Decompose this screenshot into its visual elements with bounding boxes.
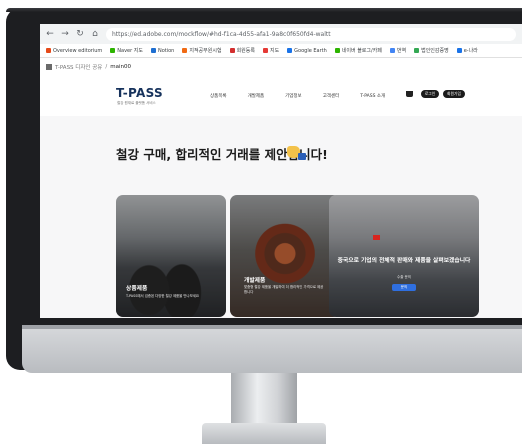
bookmark-item[interactable]: Overview editorium bbox=[46, 48, 102, 54]
card-description: T-PASS에서 검증된 다양한 철강 제품을 만나보세요 bbox=[126, 294, 199, 298]
bookmark-item[interactable]: 번역 bbox=[389, 47, 407, 54]
bookmark-favicon-icon bbox=[46, 48, 51, 53]
bookmark-item[interactable]: 회원등록 bbox=[229, 47, 255, 54]
china-flag-icon bbox=[373, 235, 380, 240]
bookmark-favicon-icon bbox=[229, 48, 235, 53]
bookmark-favicon-icon bbox=[456, 48, 462, 53]
website-content: T-PASS 철강 원재료 플랫폼 서비스 상품목록 개발제품 기업정보 고객센… bbox=[40, 74, 522, 318]
monitor-stand-base bbox=[202, 423, 326, 444]
bookmark-item[interactable]: 법인인감증명 bbox=[414, 47, 449, 54]
bezel-shine bbox=[6, 8, 522, 12]
bookmark-item[interactable]: Naver 지도 bbox=[110, 47, 143, 54]
site-logo[interactable]: T-PASS bbox=[116, 86, 163, 100]
bookmark-label: e-나라 bbox=[463, 48, 478, 54]
menu-item-development[interactable]: 개발제품 bbox=[248, 93, 265, 99]
home-icon[interactable]: ⌂ bbox=[91, 29, 99, 39]
breadcrumb-current: main00 bbox=[110, 63, 131, 70]
menu-item-about[interactable]: T-PASS 소개 bbox=[360, 93, 385, 99]
bookmark-favicon-icon bbox=[334, 48, 340, 53]
bookmark-label: 회원등록 bbox=[236, 48, 255, 54]
bookmark-item[interactable]: Notion bbox=[150, 47, 175, 54]
bookmark-label: Overview editorium bbox=[53, 47, 103, 54]
card-title: 개발제품 bbox=[244, 278, 266, 284]
back-arrow-icon[interactable]: ← bbox=[46, 29, 54, 39]
bookmark-label: Google Earth bbox=[294, 47, 327, 54]
monitor-chin bbox=[22, 325, 522, 373]
breadcrumb-parent[interactable]: T-PASS 디자인 공유 bbox=[55, 63, 102, 71]
card-title: 상품제품 bbox=[126, 286, 148, 292]
bookmark-favicon-icon bbox=[287, 48, 293, 53]
reload-icon[interactable]: ↻ bbox=[76, 29, 84, 39]
bookmark-label: Naver 지도 bbox=[117, 48, 143, 54]
bookmark-item[interactable]: Google Earth bbox=[287, 48, 327, 54]
bookmark-favicon-icon bbox=[389, 48, 395, 53]
browser-toolbar: ← → ↻ ⌂ https://ed.adobe.com/mockflow/#h… bbox=[40, 24, 522, 44]
card-subtitle: 수출 문의 bbox=[397, 275, 411, 279]
bookmark-label: 지도 bbox=[269, 48, 280, 54]
card-overlay bbox=[230, 195, 340, 317]
bookmark-item[interactable]: 지적공무원시험 bbox=[182, 47, 222, 54]
bookmark-label: Notion bbox=[157, 47, 175, 54]
thumbs-up-cuff bbox=[298, 153, 306, 160]
bookmark-item[interactable]: e-나라 bbox=[456, 47, 478, 54]
card-title: 중국으로 기업의 전체적 판매와 제품을 살펴보겠습니다 bbox=[337, 258, 471, 264]
bookmarks-bar: Overview editorium Naver 지도 Notion 지적공무원시험 회… bbox=[40, 44, 522, 58]
url-text: https://ed.adobe.com/mockflow/#hd-f1ca-4… bbox=[112, 30, 331, 38]
card-products[interactable]: 상품제품 T-PASS에서 검증된 다양한 철강 제품을 만나보세요 bbox=[116, 195, 226, 317]
menu-item-company[interactable]: 기업정보 bbox=[285, 93, 302, 99]
monitor-screen: ← → ↻ ⌂ https://ed.adobe.com/mockflow/#h… bbox=[40, 24, 522, 318]
bookmark-favicon-icon bbox=[182, 48, 188, 53]
cart-icon[interactable] bbox=[406, 91, 413, 97]
bookmark-favicon-icon bbox=[262, 48, 268, 53]
breadcrumb-separator: / bbox=[105, 63, 108, 70]
bookmark-label: 지적공무원시험 bbox=[189, 48, 222, 54]
bookmark-label: 네이버 블로그/카페 bbox=[341, 48, 382, 54]
bookmark-favicon-icon bbox=[150, 48, 156, 53]
site-header: T-PASS 철강 원재료 플랫폼 서비스 상품목록 개발제품 기업정보 고객센… bbox=[40, 74, 522, 116]
menu-item-support[interactable]: 고객센터 bbox=[323, 93, 340, 99]
address-bar[interactable]: https://ed.adobe.com/mockflow/#hd-f1ca-4… bbox=[106, 27, 516, 41]
card-development[interactable]: 개발제품 맞춤형 철강 제품을 개발하여 더 합리적인 가격으로 제공합니다 bbox=[230, 195, 340, 317]
card-inquiry-button[interactable]: 문의 bbox=[392, 284, 416, 291]
card-export[interactable]: 중국으로 기업의 전체적 판매와 제품을 살펴보겠습니다 수출 문의 문의 bbox=[329, 195, 479, 317]
bookmark-label: 번역 bbox=[396, 48, 407, 54]
bookmark-item[interactable]: 지도 bbox=[262, 47, 280, 54]
login-button[interactable]: 로그인 bbox=[421, 90, 439, 98]
forward-arrow-icon[interactable]: → bbox=[61, 29, 69, 39]
bookmark-favicon-icon bbox=[414, 48, 420, 53]
card-overlay bbox=[329, 195, 479, 317]
bookmark-item[interactable]: 네이버 블로그/카페 bbox=[334, 47, 382, 54]
menu-item-products[interactable]: 상품목록 bbox=[210, 93, 227, 99]
site-logo-subtitle: 철강 원재료 플랫폼 서비스 bbox=[117, 101, 156, 105]
site-menu: 상품목록 개발제품 기업정보 고객센터 T-PASS 소개 bbox=[210, 93, 385, 99]
apps-grid-icon[interactable] bbox=[46, 63, 52, 70]
signup-button[interactable]: 회원가입 bbox=[443, 90, 465, 98]
monitor-stand bbox=[231, 373, 297, 425]
bookmark-favicon-icon bbox=[110, 48, 116, 53]
bookmark-label: 법인인감증명 bbox=[421, 48, 449, 54]
card-description: 맞춤형 철강 제품을 개발하여 더 합리적인 가격으로 제공합니다 bbox=[244, 285, 324, 294]
chin-edge bbox=[22, 325, 522, 329]
